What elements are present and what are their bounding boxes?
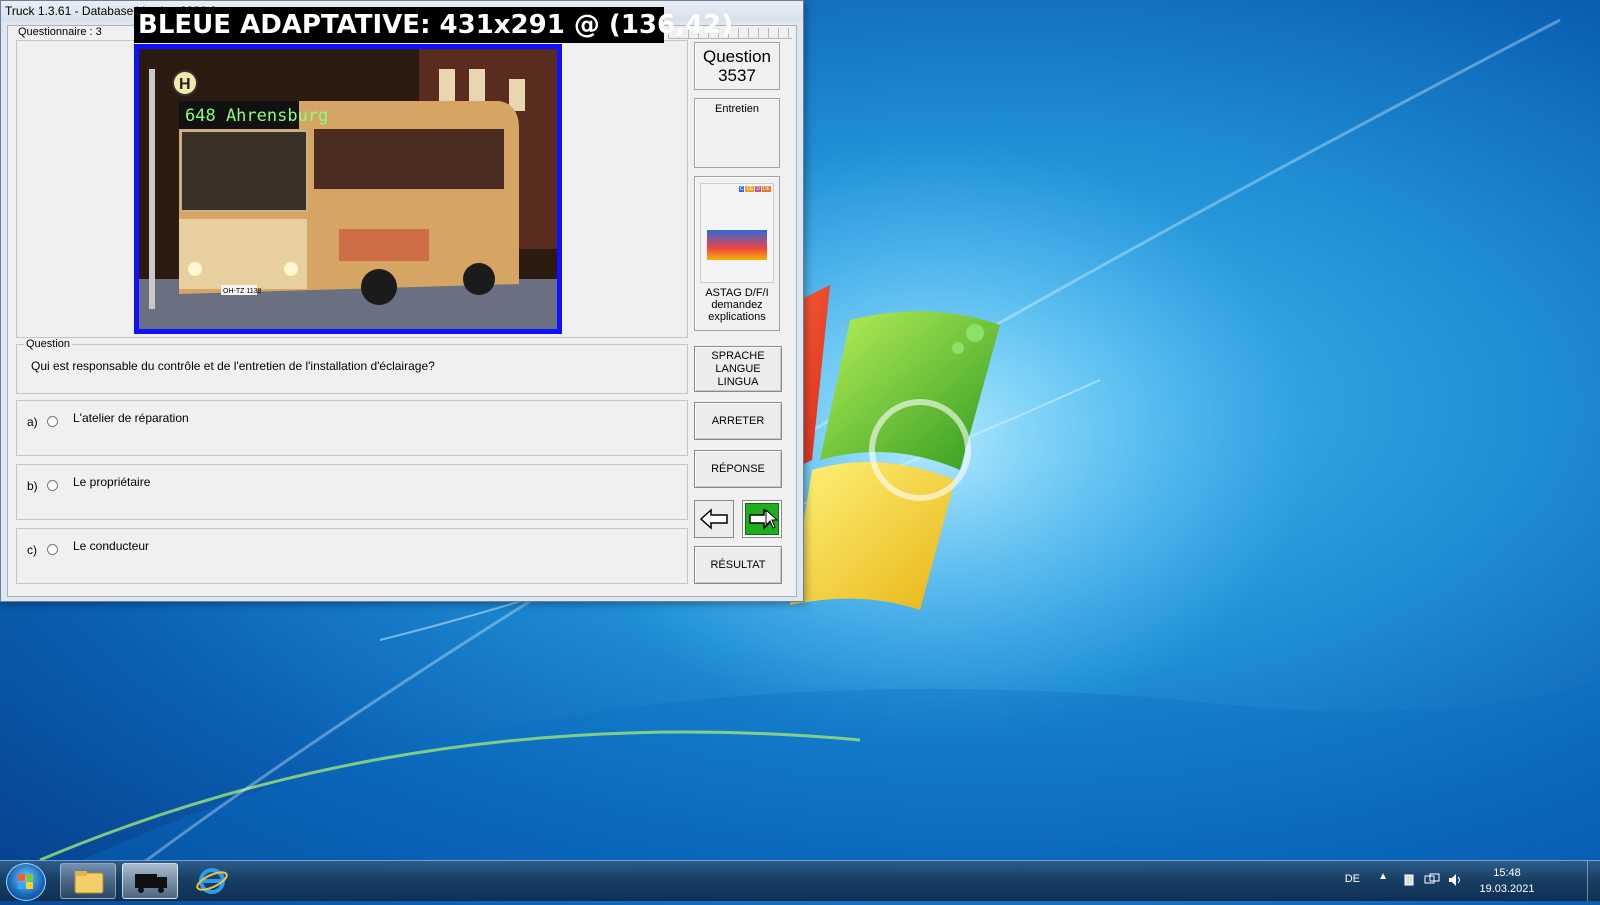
- answer-option-c[interactable]: c) Le conducteur: [16, 528, 688, 584]
- clock[interactable]: 15:48 19.03.2021: [1474, 865, 1540, 897]
- answer-letter: b): [27, 479, 38, 493]
- cover-badge-d: D: [755, 186, 762, 192]
- question-photo: H 648 Ahrensburg OH-TZ 1138: [134, 44, 562, 334]
- answer-option-a[interactable]: a) L'atelier de réparation: [16, 400, 688, 456]
- question-text: Qui est responsable du contrôle et de l'…: [31, 359, 435, 373]
- question-number-box: Question 3537: [694, 42, 780, 90]
- answer-radio[interactable]: [47, 480, 58, 491]
- answer-letter: a): [27, 415, 38, 429]
- clock-time: 15:48: [1493, 867, 1521, 879]
- answer-text: Le conducteur: [73, 539, 150, 553]
- cover-badge-c: C: [738, 186, 745, 192]
- astag-book-panel[interactable]: C CE D DE ASTAG D/F/I demandez explicati…: [694, 176, 780, 331]
- question-group: Qui est responsable du contrôle et de l'…: [16, 344, 688, 394]
- volume-icon[interactable]: [1448, 873, 1464, 887]
- cover-badge-ce: CE: [745, 186, 755, 192]
- language-label-de: SPRACHE: [711, 349, 765, 362]
- language-label-it: LINGUA: [717, 375, 759, 388]
- arrow-left-icon: [699, 508, 728, 530]
- answer-radio[interactable]: [47, 416, 58, 427]
- start-button[interactable]: [6, 863, 46, 901]
- cover-badge-de: DE: [762, 186, 771, 192]
- taskbar: DE ▲ 15:48 19.03.2021: [0, 860, 1600, 901]
- internet-explorer-icon: [196, 868, 228, 894]
- truck-icon: [135, 874, 167, 893]
- question-number-label: Question: [702, 47, 772, 66]
- question-group-label: Question: [24, 338, 73, 350]
- clock-date: 19.03.2021: [1479, 883, 1535, 895]
- question-category: Entretien: [714, 103, 760, 115]
- answer-letter: c): [27, 543, 37, 557]
- show-desktop-button[interactable]: [1587, 861, 1600, 901]
- result-button[interactable]: RÉSULTAT: [694, 546, 782, 584]
- mouse-cursor-icon: [765, 509, 779, 529]
- answer-radio[interactable]: [47, 544, 58, 555]
- answer-text: Le propriétaire: [73, 475, 151, 489]
- question-category-box: Entretien: [694, 98, 780, 168]
- bus-destination-sign: 648 Ahrensburg: [185, 106, 328, 126]
- book-hint-line1: demandez: [711, 299, 763, 311]
- taskbar-explorer[interactable]: [60, 863, 116, 899]
- language-label-fr: LANGUE: [715, 362, 761, 375]
- svg-text:H: H: [179, 76, 191, 93]
- book-hint-line2: explications: [708, 311, 766, 323]
- stop-button[interactable]: ARRETER: [694, 402, 782, 440]
- book-cover-image: C CE D DE: [700, 183, 774, 283]
- answer-text: L'atelier de réparation: [73, 411, 189, 425]
- folder-icon: [74, 871, 104, 894]
- network-icon[interactable]: [1424, 873, 1440, 887]
- questionnaire-label: Questionnaire : 3: [16, 26, 104, 38]
- input-language[interactable]: DE: [1345, 873, 1360, 885]
- show-hidden-icons-icon[interactable]: ▲: [1378, 871, 1388, 882]
- client-area: Questionnaire : 3 H 648 Ahrensburg OH-TZ…: [7, 25, 797, 597]
- bus-license-plate: OH-TZ 1138: [223, 288, 261, 295]
- answer-option-b[interactable]: b) Le propriétaire: [16, 464, 688, 520]
- book-cover-bus-icon: [707, 230, 767, 260]
- overlay-caption: BLEUE ADAPTATIVE: 431x291 @ (136,42): [134, 7, 733, 43]
- language-button[interactable]: SPRACHE LANGUE LINGUA: [694, 346, 782, 392]
- application-window: Truck 1.3.61 - Database Version 2020.2 Q…: [0, 0, 804, 602]
- question-number: 3537: [718, 66, 756, 85]
- windows-logo-icon: [18, 874, 33, 889]
- previous-button[interactable]: [694, 500, 734, 538]
- answer-button[interactable]: RÉPONSE: [694, 450, 782, 488]
- taskbar-truck-app[interactable]: [122, 863, 178, 899]
- usb-device-icon[interactable]: [1402, 873, 1416, 887]
- bus-photo-image: H 648 Ahrensburg OH-TZ 1138: [139, 49, 557, 329]
- taskbar-internet-explorer[interactable]: [184, 863, 240, 899]
- book-title: ASTAG D/F/I: [705, 287, 769, 299]
